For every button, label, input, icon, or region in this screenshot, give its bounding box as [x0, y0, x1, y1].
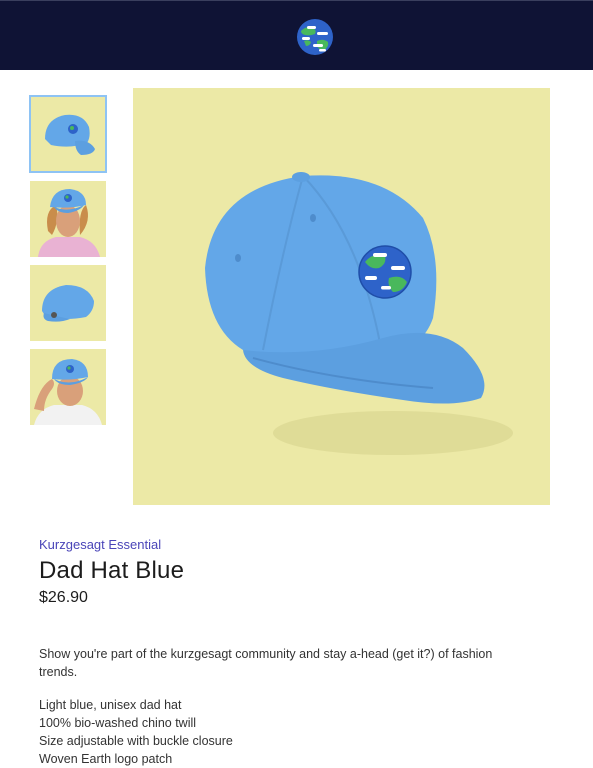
feature-item: 100% bio-washed chino twill — [39, 716, 197, 730]
main-product-image[interactable] — [133, 88, 550, 505]
product-title: Dad Hat Blue — [39, 557, 185, 584]
product-info: Kurzgesagt Essential Dad Hat Blue $26.90… — [39, 537, 559, 768]
earth-logo-icon[interactable] — [295, 17, 335, 57]
thumbnail-cap-back[interactable] — [30, 265, 106, 341]
product-collection[interactable]: Kurzgesagt Essential — [39, 537, 559, 553]
feature-item: Woven Earth logo patch — [39, 752, 173, 766]
product-description: Show you're part of the kurzgesagt commu… — [39, 647, 493, 679]
thumbnail-person-touching-cap[interactable] — [30, 349, 106, 425]
person-wearing-cap-thumbnail-icon — [30, 181, 106, 257]
feature-item: Light blue, unisex dad hat — [39, 698, 182, 712]
blue-cap-icon — [133, 88, 550, 505]
product-price: $26.90 — [39, 589, 88, 606]
thumbnail-cap-front[interactable] — [29, 95, 107, 173]
thumbnail-person-cap[interactable] — [30, 181, 106, 257]
person-touching-cap-thumbnail-icon — [30, 349, 106, 425]
site-header — [0, 0, 593, 70]
feature-list: Light blue, unisex dad hat 100% bio-wash… — [39, 696, 559, 768]
cap-back-thumbnail-icon — [30, 265, 106, 341]
feature-item: Size adjustable with buckle closure — [39, 734, 233, 748]
cap-thumbnail-icon — [31, 97, 105, 171]
